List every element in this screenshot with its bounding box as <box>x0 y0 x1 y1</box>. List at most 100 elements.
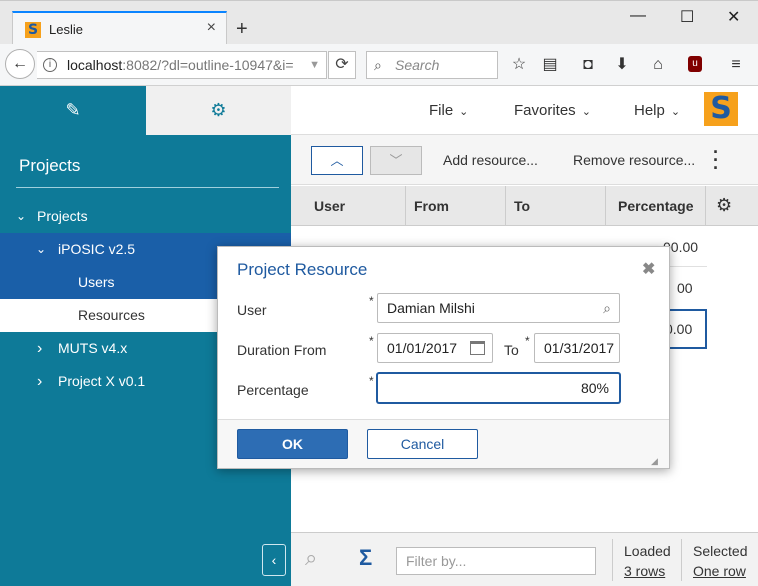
chevron-right-icon[interactable]: › <box>37 332 42 365</box>
chevron-up-icon: ︿ <box>330 153 344 168</box>
remove-resource-button[interactable]: Remove resource... <box>573 152 695 168</box>
chevron-down-icon: ﹀ <box>389 153 403 168</box>
pocket-icon[interactable]: ◘ <box>578 56 598 74</box>
collapse-sidebar-button[interactable]: ‹ <box>262 544 286 576</box>
sum-icon[interactable]: Σ <box>359 545 372 571</box>
chevron-down-icon[interactable]: ⌄ <box>16 200 26 233</box>
close-icon[interactable]: ✖ <box>642 259 655 279</box>
gear-icon: ⚙ <box>210 100 227 120</box>
calendar-icon[interactable] <box>470 341 485 355</box>
date-to-value: 01/31/2017 <box>544 340 615 356</box>
window-close-icon[interactable]: ✕ <box>727 7 740 27</box>
ok-button[interactable]: OK <box>237 429 348 459</box>
search-icon[interactable]: ⌕ <box>603 294 611 322</box>
tree-item-label: Project X v0.1 <box>58 373 146 389</box>
tab-title: Leslie <box>49 22 83 37</box>
tab-edit[interactable]: ✎ <box>0 86 146 135</box>
column-header-percentage[interactable]: Percentage <box>606 186 706 226</box>
dialog-footer: OK Cancel ◢ <box>218 420 669 468</box>
menu-hamburger-icon[interactable]: ≡ <box>726 56 746 74</box>
menu-help[interactable]: Help ⌄ <box>634 102 680 119</box>
user-value: Damian Milshi <box>387 300 475 316</box>
tree-item-label: MUTS v4.x <box>58 340 128 356</box>
tab-close-icon[interactable]: × <box>207 19 216 37</box>
minimize-icon[interactable]: — <box>630 7 646 25</box>
tree-item-projects[interactable]: ⌄ Projects <box>0 200 291 233</box>
ublock-icon[interactable]: u <box>688 56 702 72</box>
tree-item-label: iPOSIC v2.5 <box>58 241 136 257</box>
percentage-label: Percentage <box>237 382 309 398</box>
required-marker: * <box>525 334 530 348</box>
duration-from-label: Duration From <box>237 342 327 358</box>
browser-navbar: ← i localhost:8082/?dl=outline-10947&i= … <box>0 44 758 86</box>
chevron-down-icon[interactable]: ⌄ <box>36 233 46 266</box>
grid-header: User From To Percentage ⚙ <box>291 186 758 226</box>
cancel-button[interactable]: Cancel <box>367 429 478 459</box>
leslie-favicon-icon: S <box>25 22 41 38</box>
more-options-icon[interactable]: · · · <box>711 143 721 177</box>
project-resource-dialog: Project Resource ✖ User * Damian Milshi … <box>217 246 670 469</box>
download-icon[interactable]: ⬇ <box>612 56 632 74</box>
browser-tab[interactable]: S Leslie × <box>12 11 227 45</box>
chevron-right-icon[interactable]: › <box>37 365 42 398</box>
new-tab-button[interactable]: + <box>236 19 248 39</box>
back-button[interactable]: ← <box>5 49 35 79</box>
chevron-down-icon: ⌄ <box>459 106 469 118</box>
filter-input[interactable]: Filter by... <box>396 547 596 575</box>
user-label: User <box>237 302 267 318</box>
selected-rows-link[interactable]: One row <box>693 563 746 579</box>
move-down-button[interactable]: ﹀ <box>370 146 422 175</box>
browser-search-input[interactable]: ⌕ Search <box>366 51 498 79</box>
column-header-from[interactable]: From <box>406 186 506 226</box>
reading-list-icon[interactable]: ▤ <box>540 56 560 74</box>
menubar: File ⌄ Favorites ⌄ Help ⌄ S <box>291 86 758 135</box>
date-from-value: 01/01/2017 <box>387 340 458 356</box>
grid-cell: 00 <box>677 280 693 296</box>
menu-file[interactable]: File ⌄ <box>429 102 468 119</box>
required-marker: * <box>369 294 374 308</box>
app-logo: S <box>704 92 738 126</box>
url-path: :8082/?dl=outline-10947&i= <box>122 57 294 73</box>
loaded-rows-link[interactable]: 3 rows <box>624 563 665 579</box>
tree-item-label: Projects <box>37 208 88 224</box>
tab-settings[interactable]: ⚙ <box>146 86 291 135</box>
percentage-field[interactable]: 80% <box>377 373 620 403</box>
required-marker: * <box>369 334 374 348</box>
date-from-field[interactable]: 01/01/2017 <box>377 333 493 363</box>
toolbar: ︿ ﹀ Add resource... Remove resource... ·… <box>291 135 758 185</box>
column-header-user[interactable]: User <box>306 186 406 226</box>
pencil-icon: ✎ <box>65 100 81 120</box>
chevron-down-icon: ⌄ <box>670 106 681 118</box>
menu-favorites[interactable]: Favorites ⌄ <box>514 102 591 119</box>
footer-divider <box>681 539 682 581</box>
url-dropdown-icon[interactable]: ▼ <box>309 52 320 78</box>
selected-label: Selected <box>693 543 748 559</box>
grid-settings-icon[interactable]: ⚙ <box>716 195 732 216</box>
add-resource-button[interactable]: Add resource... <box>443 152 538 168</box>
tree-item-label: Users <box>78 274 115 290</box>
bookmark-star-icon[interactable]: ☆ <box>509 56 529 74</box>
column-header-to[interactable]: To <box>506 186 606 226</box>
menu-label: Favorites <box>514 102 576 119</box>
search-icon[interactable]: ⌕ <box>305 545 317 571</box>
browser-tabbar: S Leslie × + — ☐ ✕ <box>0 0 758 45</box>
maximize-icon[interactable]: ☐ <box>680 7 694 27</box>
user-field[interactable]: Damian Milshi ⌕ <box>377 293 620 323</box>
reload-button[interactable]: ⟳ <box>328 51 356 79</box>
search-icon: ⌕ <box>374 57 382 73</box>
menu-label: Help <box>634 102 665 119</box>
date-to-field[interactable]: 01/31/2017 <box>534 333 620 363</box>
url-bar[interactable]: i localhost:8082/?dl=outline-10947&i= ▼ <box>37 51 327 79</box>
to-label: To <box>504 342 519 358</box>
resize-grip-icon[interactable]: ◢ <box>651 456 658 467</box>
footer-divider <box>612 539 613 581</box>
sidebar-title: Projects <box>19 156 81 175</box>
dialog-title: Project Resource <box>237 260 368 279</box>
move-up-button[interactable]: ︿ <box>311 146 363 175</box>
menu-label: File <box>429 102 454 119</box>
home-icon[interactable]: ⌂ <box>648 56 668 74</box>
grid-footer: ⌕ Σ Filter by... Loaded 3 rows Selected … <box>291 532 758 586</box>
search-placeholder: Search <box>395 57 440 73</box>
site-info-icon[interactable]: i <box>43 58 57 72</box>
required-marker: * <box>369 374 374 388</box>
